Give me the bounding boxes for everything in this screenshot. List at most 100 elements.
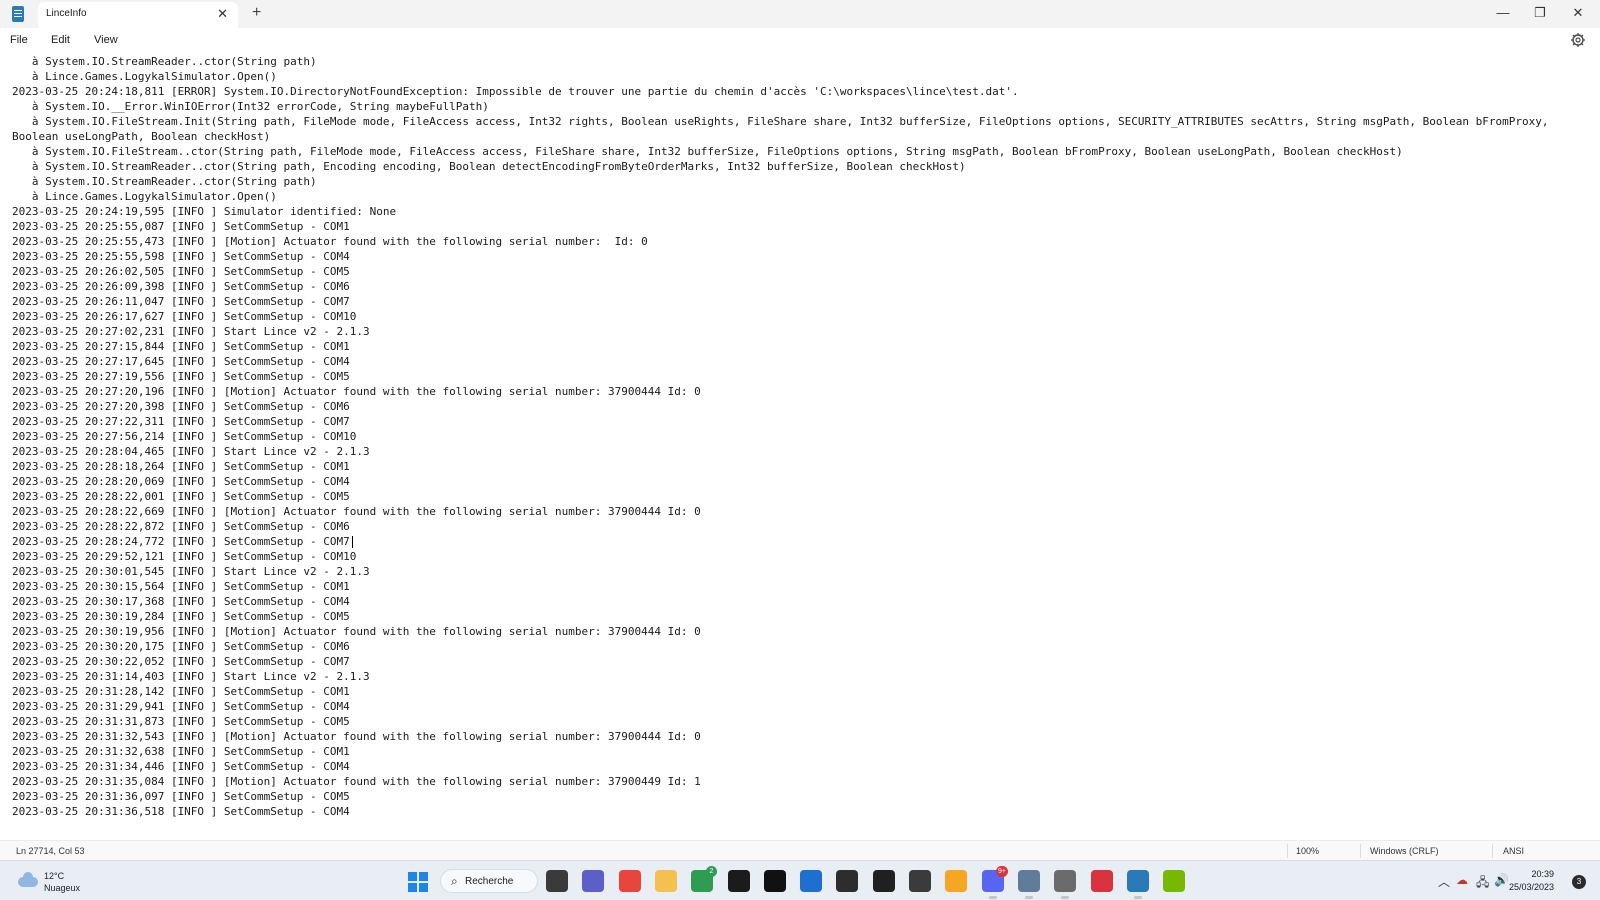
status-bar: Ln 27714, Col 53 100% Windows (CRLF) ANS…	[0, 840, 1600, 860]
windows-logo-icon	[419, 872, 428, 881]
xbox-icon[interactable]: 2	[691, 866, 717, 892]
menu-edit[interactable]: Edit	[51, 34, 70, 46]
title-bar: LinceInfo ✕ + — ❐ ✕	[0, 0, 1600, 28]
notification-count-badge[interactable]: 3	[1572, 875, 1586, 889]
log-line: 2023-03-25 20:29:52,121 [INFO ] SetCommS…	[12, 550, 357, 563]
log-line: 2023-03-25 20:28:18,264 [INFO ] SetCommS…	[12, 460, 350, 473]
log-line: 2023-03-25 20:28:22,872 [INFO ] SetCommS…	[12, 520, 350, 533]
log-line: 2023-03-25 20:26:02,505 [INFO ] SetCommS…	[12, 265, 350, 278]
minimize-button[interactable]: —	[1488, 3, 1518, 23]
store-icon[interactable]	[800, 870, 822, 892]
log-line: 2023-03-25 20:30:19,284 [INFO ] SetCommS…	[12, 610, 350, 623]
log-line: 2023-03-25 20:30:17,368 [INFO ] SetCommS…	[12, 595, 350, 608]
zoom-level[interactable]: 100%	[1296, 846, 1319, 856]
log-line: à System.IO.FileStream.Init(String path,…	[12, 115, 1556, 143]
log-line: 2023-03-25 20:27:19,556 [INFO ] SetCommS…	[12, 370, 350, 383]
menu-bar: File Edit View	[0, 28, 1600, 54]
text-caret	[351, 536, 353, 548]
discord-icon[interactable]: 9+	[982, 866, 1008, 899]
log-line: 2023-03-25 20:30:20,175 [INFO ] SetCommS…	[12, 640, 350, 653]
unity-icon[interactable]	[909, 870, 931, 892]
steam-like-icon[interactable]	[728, 870, 750, 892]
log-line: à System.IO.__Error.WinIOError(Int32 err…	[12, 100, 489, 113]
log-line: 2023-03-25 20:31:31,873 [INFO ] SetCommS…	[12, 715, 350, 728]
log-line: 2023-03-25 20:31:35,084 [INFO ] [Motion]…	[12, 775, 701, 788]
onedrive-warning-icon[interactable]: ☁	[1456, 873, 1468, 887]
menu-file[interactable]: File	[10, 34, 28, 46]
cloud-icon	[18, 872, 38, 887]
log-line: 2023-03-25 20:28:24,772 [INFO ] SetCommS…	[12, 534, 1587, 549]
tray-chevron-icon[interactable]: ︿	[1438, 873, 1450, 890]
monitor-chart-icon[interactable]	[1018, 870, 1040, 899]
settings-gear-icon[interactable]	[1570, 32, 1586, 48]
nvidia-icon[interactable]	[764, 870, 786, 892]
log-line: 2023-03-25 20:31:28,142 [INFO ] SetCommS…	[12, 685, 350, 698]
log-line: 2023-03-25 20:27:20,196 [INFO ] [Motion]…	[12, 385, 701, 398]
log-line: 2023-03-25 20:25:55,473 [INFO ] [Motion]…	[12, 235, 648, 248]
close-button[interactable]: ✕	[1563, 3, 1593, 23]
log-line: 2023-03-25 20:28:20,069 [INFO ] SetCommS…	[12, 475, 350, 488]
status-divider	[1492, 844, 1493, 858]
media-icon[interactable]	[873, 870, 895, 892]
status-divider	[1287, 844, 1288, 858]
chrome-icon[interactable]	[619, 870, 641, 892]
app-badge: 9+	[996, 866, 1008, 877]
log-line: 2023-03-25 20:27:15,844 [INFO ] SetCommS…	[12, 340, 350, 353]
maximize-button[interactable]: ❐	[1525, 3, 1555, 23]
weather-widget[interactable]: 12°C Nuageux	[14, 871, 114, 895]
log-line: 2023-03-25 20:28:22,001 [INFO ] SetCommS…	[12, 490, 350, 503]
status-divider	[1360, 844, 1361, 858]
menu-view[interactable]: View	[94, 34, 118, 46]
log-line: 2023-03-25 20:31:14,403 [INFO ] Start Li…	[12, 670, 370, 683]
nvidia-green-icon[interactable]	[1163, 870, 1185, 892]
antivirus-icon[interactable]	[1091, 870, 1113, 892]
log-line: 2023-03-25 20:31:29,941 [INFO ] SetCommS…	[12, 700, 350, 713]
teams-icon[interactable]	[582, 870, 604, 892]
log-line: 2023-03-25 20:24:19,595 [INFO ] Simulato…	[12, 205, 397, 218]
new-tab-button[interactable]: +	[252, 4, 261, 22]
game-icon[interactable]	[836, 870, 858, 892]
taskbar-search[interactable]: ⌕ Recherche	[440, 869, 538, 893]
folder-icon[interactable]	[655, 870, 677, 892]
log-line: 2023-03-25 20:28:04,465 [INFO ] Start Li…	[12, 445, 370, 458]
file-encoding[interactable]: ANSI	[1503, 846, 1524, 856]
network-icon[interactable]: 🖧	[1476, 873, 1489, 894]
log-line: 2023-03-25 20:30:19,956 [INFO ] [Motion]…	[12, 625, 701, 638]
log-line: à Lince.Games.LogykalSimulator.Open()	[12, 70, 277, 83]
clock-time[interactable]: 20:39	[1494, 869, 1554, 879]
log-line: 2023-03-25 20:26:11,047 [INFO ] SetCommS…	[12, 295, 350, 308]
log-line: 2023-03-25 20:27:22,311 [INFO ] SetCommS…	[12, 415, 350, 428]
log-line: à Lince.Games.LogykalSimulator.Open()	[12, 190, 277, 203]
windows-logo-icon	[408, 872, 417, 881]
log-line: 2023-03-25 20:25:55,087 [INFO ] SetCommS…	[12, 220, 350, 233]
log-line: 2023-03-25 20:26:09,398 [INFO ] SetCommS…	[12, 280, 350, 293]
log-line: à System.IO.StreamReader..ctor(String pa…	[12, 160, 966, 173]
clock-date[interactable]: 25/03/2023	[1494, 882, 1554, 892]
text-editor[interactable]: à System.IO.StreamReader..ctor(String pa…	[0, 54, 1600, 834]
notepad-app-icon	[12, 6, 24, 22]
log-line: 2023-03-25 20:31:34,446 [INFO ] SetCommS…	[12, 760, 350, 773]
log-line: à System.IO.StreamReader..ctor(String pa…	[12, 55, 317, 68]
log-line: 2023-03-25 20:25:55,598 [INFO ] SetCommS…	[12, 250, 350, 263]
log-line: 2023-03-25 20:27:17,645 [INFO ] SetCommS…	[12, 355, 350, 368]
system-tray: ︿ ☁ 🖧 🔊 20:39 25/03/2023 3	[1410, 861, 1600, 900]
file-explorer-window-icon[interactable]	[546, 870, 568, 892]
log-line: 2023-03-25 20:31:36,097 [INFO ] SetCommS…	[12, 790, 350, 803]
tools-icon[interactable]	[1054, 870, 1076, 899]
line-ending[interactable]: Windows (CRLF)	[1370, 846, 1439, 856]
tab-close-icon[interactable]: ✕	[217, 6, 228, 22]
log-line: 2023-03-25 20:30:01,545 [INFO ] Start Li…	[12, 565, 370, 578]
notepad-icon[interactable]	[1127, 870, 1149, 899]
weather-sun-icon[interactable]	[945, 870, 967, 892]
tab-title: LinceInfo	[46, 8, 87, 19]
log-line: à System.IO.StreamReader..ctor(String pa…	[12, 175, 317, 188]
log-line: 2023-03-25 20:26:17,627 [INFO ] SetCommS…	[12, 310, 357, 323]
tab-lince-info[interactable]: LinceInfo ✕	[38, 2, 238, 28]
log-line: 2023-03-25 20:24:18,811 [ERROR] System.I…	[12, 85, 1019, 98]
log-line: 2023-03-25 20:30:15,564 [INFO ] SetCommS…	[12, 580, 350, 593]
search-icon: ⌕	[451, 874, 458, 888]
weather-condition: Nuageux	[44, 883, 81, 893]
windows-logo-icon	[419, 883, 428, 892]
start-button[interactable]	[408, 872, 428, 892]
editor-lines: à System.IO.StreamReader..ctor(String pa…	[12, 54, 1587, 819]
